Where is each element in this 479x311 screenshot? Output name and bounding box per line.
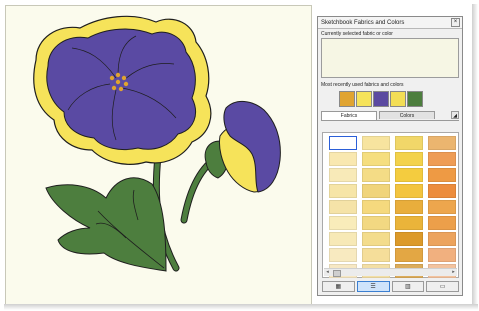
leaf [45, 177, 167, 272]
close-button[interactable]: × [451, 18, 460, 27]
fabric-swatch[interactable] [395, 216, 423, 230]
recent-swatch[interactable] [339, 91, 355, 107]
recent-label: Most recently used fabrics and colors [321, 82, 404, 88]
selected-fabric-swatch[interactable] [329, 136, 357, 150]
recent-swatches [339, 91, 462, 107]
fabric-swatch[interactable] [428, 168, 456, 182]
fabric-swatch[interactable] [428, 136, 456, 150]
palette-title: Sketchbook Fabrics and Colors [321, 19, 405, 26]
fabric-swatch[interactable] [329, 248, 357, 262]
tab-fabrics[interactable]: Fabrics [321, 111, 377, 120]
fabric-swatch[interactable] [329, 152, 357, 166]
fabric-swatch[interactable] [362, 136, 390, 150]
fabric-swatch[interactable] [395, 184, 423, 198]
fabric-swatch[interactable] [362, 248, 390, 262]
recent-swatch[interactable] [356, 91, 372, 107]
fabric-swatch[interactable] [395, 152, 423, 166]
fabric-swatch[interactable] [362, 200, 390, 214]
fabric-swatch[interactable] [428, 184, 456, 198]
fabric-swatch[interactable] [395, 248, 423, 262]
view-grid-button[interactable]: ▦ [322, 281, 355, 292]
fabric-swatch[interactable] [395, 168, 423, 182]
view-list-button[interactable]: ☰ [356, 281, 390, 292]
fabric-swatch-grid [329, 136, 456, 278]
fabric-swatch[interactable] [395, 136, 423, 150]
palette-tabs: Fabrics Colors ◢ [321, 111, 459, 121]
fabric-swatch[interactable] [428, 152, 456, 166]
scroll-left-icon[interactable]: ◂ [324, 269, 331, 276]
fabric-swatch[interactable] [329, 168, 357, 182]
fabric-swatch[interactable] [395, 200, 423, 214]
scroll-right-icon[interactable]: ▸ [450, 269, 457, 276]
fabric-swatch[interactable] [428, 232, 456, 246]
view-columns-button[interactable]: ▥ [391, 281, 425, 292]
current-selection-preview [321, 38, 459, 78]
fabric-swatch[interactable] [428, 200, 456, 214]
fabric-swatch[interactable] [362, 216, 390, 230]
recent-swatch[interactable] [407, 91, 423, 107]
tab-menu-arrow-icon[interactable]: ◢ [451, 111, 459, 119]
fabric-swatch[interactable] [428, 248, 456, 262]
fabric-swatch[interactable] [428, 216, 456, 230]
fabrics-colors-palette: Sketchbook Fabrics and Colors × Currentl… [317, 16, 463, 296]
palette-titlebar[interactable]: Sketchbook Fabrics and Colors × [318, 17, 462, 29]
fabric-swatch[interactable] [395, 232, 423, 246]
fabric-swatch[interactable] [362, 232, 390, 246]
fabric-swatch[interactable] [329, 216, 357, 230]
fabric-swatch[interactable] [362, 184, 390, 198]
fabric-swatch[interactable] [329, 200, 357, 214]
canvas-shadow-bottom [4, 304, 478, 310]
tab-colors[interactable]: Colors [379, 111, 435, 119]
current-selection-label: Currently selected fabric or color [321, 31, 393, 37]
sketch-canvas[interactable] [5, 5, 312, 305]
fabric-swatch[interactable] [329, 184, 357, 198]
flower-drawing[interactable] [6, 6, 313, 306]
fabric-grid-panel: ◂ ▸ [322, 132, 459, 278]
recent-swatch[interactable] [373, 91, 389, 107]
recent-swatch[interactable] [390, 91, 406, 107]
canvas-shadow-right [472, 4, 478, 304]
view-single-button[interactable]: ▭ [426, 281, 459, 292]
view-mode-buttons: ▦ ☰ ▥ ▭ [322, 281, 459, 292]
scroll-thumb[interactable] [333, 270, 341, 277]
horizontal-scrollbar[interactable]: ◂ ▸ [324, 268, 457, 277]
fabric-swatch[interactable] [329, 232, 357, 246]
fabric-swatch[interactable] [362, 152, 390, 166]
fabric-swatch[interactable] [362, 168, 390, 182]
